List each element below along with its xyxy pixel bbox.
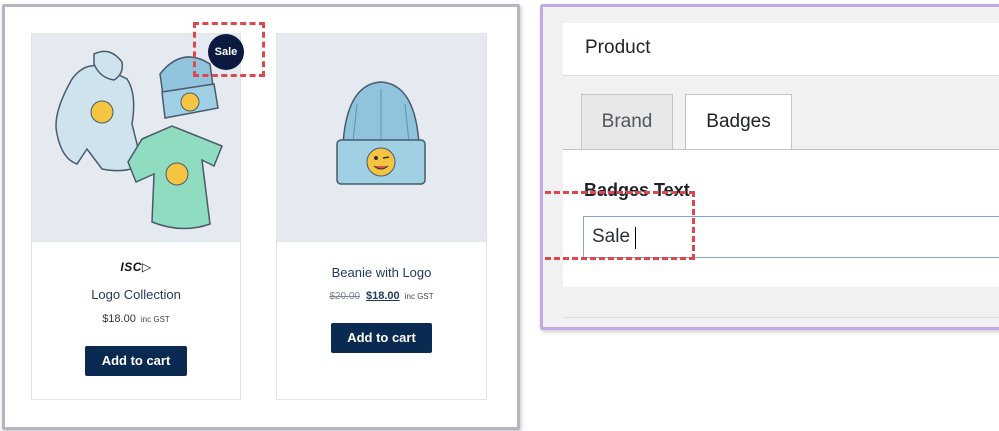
- product-title[interactable]: Beanie with Logo: [277, 265, 486, 280]
- admin-product-panel: Product Brand Badges Badges Text: [540, 4, 999, 330]
- tab-brand[interactable]: Brand: [581, 94, 673, 150]
- divider: [563, 317, 999, 318]
- add-to-cart-button[interactable]: Add to cart: [331, 323, 432, 353]
- product-title[interactable]: Logo Collection: [32, 287, 240, 302]
- price-value: $18.00: [102, 313, 136, 325]
- original-price: $20.00: [329, 291, 360, 302]
- product-card[interactable]: Beanie with Logo $20.00 $18.00 inc GST A…: [276, 33, 487, 400]
- panel-title: Product: [585, 37, 651, 58]
- product-card[interactable]: ISC▷ Logo Collection $18.00 inc GST Add …: [31, 33, 241, 400]
- brand-logo[interactable]: ISC▷: [32, 260, 240, 274]
- beanie-illustration: [336, 81, 426, 185]
- tax-note: inc GST: [140, 315, 170, 324]
- highlight-box: [193, 22, 265, 77]
- tax-note: inc GST: [404, 292, 434, 301]
- product-price: $18.00 inc GST: [32, 313, 240, 325]
- panel-footer: [563, 287, 999, 319]
- highlight-box: [545, 191, 695, 260]
- storefront-panel: ISC▷ Logo Collection $18.00 inc GST Add …: [2, 4, 520, 430]
- product-image[interactable]: [277, 34, 486, 242]
- panel-header: Product: [563, 23, 999, 76]
- product-price: $20.00 $18.00 inc GST: [277, 290, 486, 302]
- sale-price: $18.00: [366, 290, 400, 302]
- tab-badges[interactable]: Badges: [685, 94, 792, 151]
- tab-bar: Brand Badges: [563, 76, 999, 151]
- add-to-cart-button[interactable]: Add to cart: [85, 346, 187, 376]
